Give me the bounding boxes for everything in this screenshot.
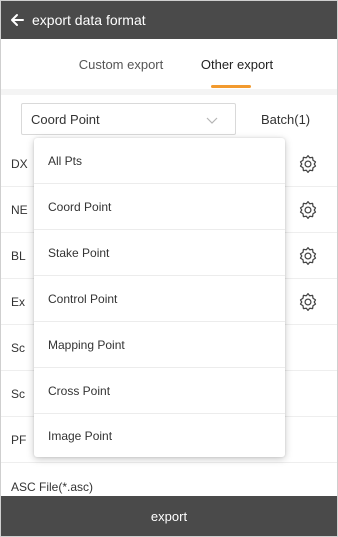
tab-divider [1, 89, 337, 95]
app-frame: export data format Custom export Other e… [0, 0, 338, 537]
tab-other-export[interactable]: Other export [187, 39, 287, 89]
title-bar: export data format [1, 1, 337, 39]
point-type-select-value: Coord Point [31, 111, 100, 127]
batch-button[interactable]: Batch(1) [261, 103, 310, 135]
tab-bar: Custom export Other export [1, 39, 337, 89]
point-type-dropdown: All Pts Coord Point Stake Point Control … [34, 138, 285, 457]
dropdown-option-coord-point[interactable]: Coord Point [34, 184, 285, 230]
chevron-down-icon [206, 117, 218, 124]
format-label: Sc [11, 387, 26, 401]
page-title: export data format [32, 12, 146, 28]
dropdown-option-mapping-point[interactable]: Mapping Point [34, 322, 285, 368]
dropdown-option-image-point[interactable]: Image Point [34, 414, 285, 457]
gear-icon[interactable] [298, 154, 318, 174]
active-tab-indicator [211, 85, 251, 88]
gear-icon[interactable] [298, 246, 318, 266]
dropdown-option-cross-point[interactable]: Cross Point [34, 368, 285, 414]
gear-icon[interactable] [298, 292, 318, 312]
format-label: BL [11, 249, 26, 263]
dropdown-option-all-pts[interactable]: All Pts [34, 138, 285, 184]
format-row[interactable]: ASC File(*.asc) [1, 463, 337, 498]
tab-custom-export[interactable]: Custom export [61, 39, 181, 89]
format-label: Ex [11, 295, 26, 309]
arrow-left-icon [11, 14, 24, 26]
dropdown-option-control-point[interactable]: Control Point [34, 276, 285, 322]
point-type-select[interactable]: Coord Point [21, 103, 236, 135]
back-button[interactable] [4, 1, 30, 39]
gear-icon[interactable] [298, 200, 318, 220]
export-button[interactable]: export [1, 496, 337, 536]
format-label: Sc [11, 341, 26, 355]
dropdown-option-stake-point[interactable]: Stake Point [34, 230, 285, 276]
format-label: DX [11, 157, 28, 171]
format-label: PF [11, 433, 27, 447]
format-label: NE [11, 203, 28, 217]
